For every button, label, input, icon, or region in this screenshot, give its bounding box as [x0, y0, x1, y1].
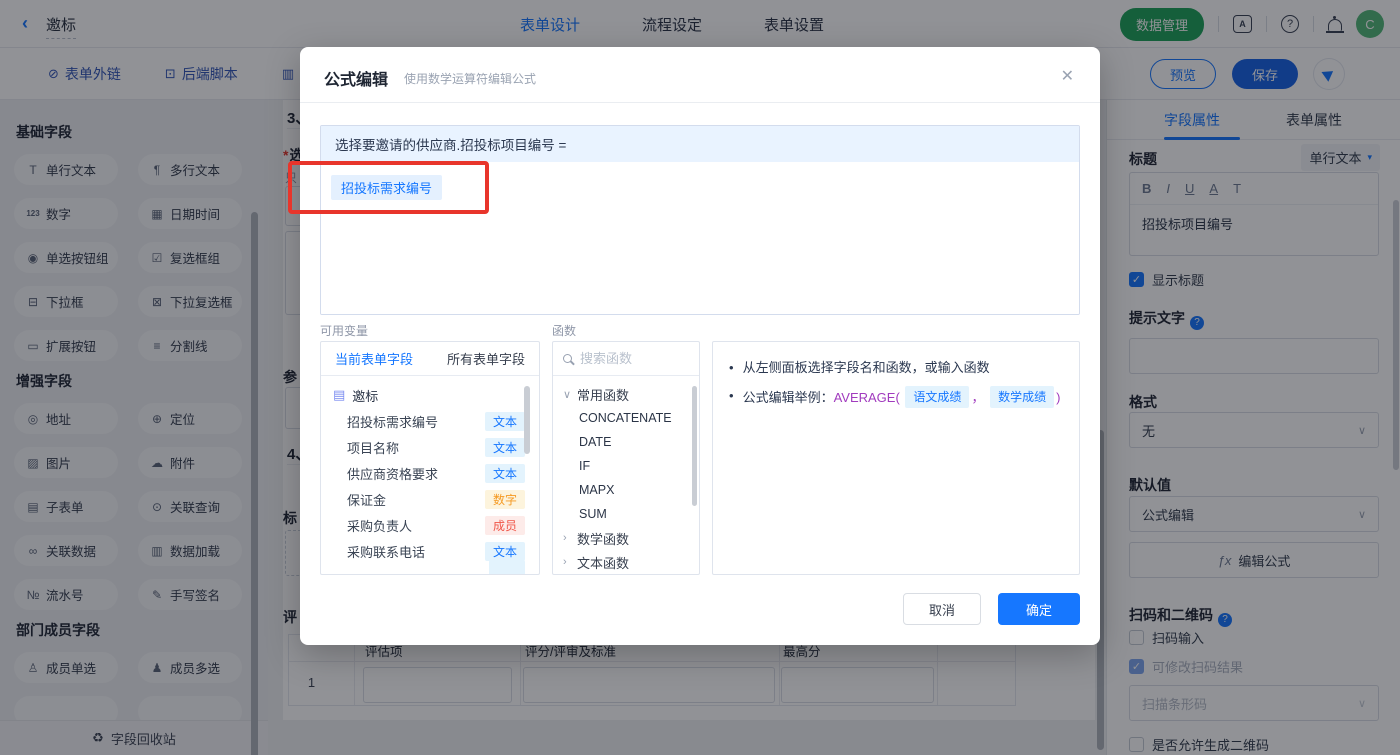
variables-scrollbar[interactable] — [524, 386, 530, 454]
tips-panel: • 从左侧面板选择字段名和函数，或输入函数 • 公式编辑举例：AVERAGE( … — [712, 341, 1080, 575]
modal-subtitle: 使用数学运算符编辑公式 — [404, 72, 537, 86]
example-prefix: 公式编辑举例： — [742, 390, 834, 405]
function-group-math[interactable]: › 数学函数 — [553, 526, 699, 550]
variables-tabs: 当前表单字段 所有表单字段 — [321, 342, 539, 376]
variable-tag-partial — [489, 560, 525, 574]
function-item[interactable]: SUM — [553, 502, 699, 526]
chevron-expanded-icon: ∨ — [563, 388, 572, 401]
tip-line: • 从左侧面板选择字段名和函数，或输入函数 — [729, 358, 1063, 378]
functions-scrollbar[interactable] — [692, 386, 697, 506]
type-tag: 文本 — [484, 411, 525, 431]
chevron-collapsed-icon: › — [563, 556, 567, 568]
function-item[interactable]: IF — [553, 454, 699, 478]
example-function-open: AVERAGE( — [833, 390, 900, 405]
tab-current-form-fields[interactable]: 当前表单字段 — [335, 349, 413, 368]
type-tag: 数字 — [484, 489, 525, 509]
type-tag: 文本 — [484, 463, 525, 483]
group-label: 数学函数 — [577, 531, 630, 547]
form-designer-app: ‹ 邀标 表单设计 流程设定 表单设置 数据管理 A ? C ⊘ 表单外链 ⊡ … — [0, 0, 1400, 755]
tip-example-line: • 公式编辑举例：AVERAGE( 语文成绩， 数学成绩) — [729, 386, 1063, 408]
group-label: 文本函数 — [577, 555, 630, 571]
variable-row[interactable]: 保证金 数字 — [321, 486, 539, 512]
formula-editor: 选择要邀请的供应商.招投标项目编号 = 招投标需求编号 — [320, 125, 1080, 315]
variables-panel: 当前表单字段 所有表单字段 ▤ 邀标 招投标需求编号 文本 项目名称 文本 供应商资… — [320, 341, 540, 575]
variable-row[interactable]: 招投标需求编号 文本 — [321, 408, 539, 434]
variable-row[interactable]: 采购负责人 成员 — [321, 512, 539, 538]
example-comma: ， — [971, 390, 985, 405]
function-item[interactable]: DATE — [553, 430, 699, 454]
variable-name: 采购联系电话 — [347, 544, 426, 560]
group-label: 常用函数 — [577, 387, 630, 403]
example-function-close: ) — [1056, 390, 1061, 405]
type-tag: 文本 — [484, 437, 525, 457]
form-node-label: 邀标 — [352, 388, 379, 404]
type-tag: 文本 — [484, 541, 525, 561]
function-item[interactable]: CONCATENATE — [553, 406, 699, 430]
form-doc-icon: ▤ — [333, 387, 346, 402]
formula-target-bar: 选择要邀请的供应商.招投标项目编号 = — [321, 126, 1079, 162]
search-icon — [563, 354, 572, 363]
tip-text: 从左侧面板选择字段名和函数，或输入函数 — [742, 360, 990, 375]
variable-name: 项目名称 — [347, 440, 400, 456]
example-field-tag: 语文成绩 — [905, 386, 970, 408]
variable-row[interactable]: 采购联系电话 文本 — [321, 538, 539, 574]
variable-name: 保证金 — [347, 492, 387, 508]
close-icon[interactable]: ✕ — [1061, 66, 1074, 86]
variables-section-label: 可用变量 — [320, 324, 369, 338]
variable-row[interactable]: 供应商资格要求 文本 — [321, 460, 539, 486]
formula-variable-chip[interactable]: 招投标需求编号 — [331, 175, 443, 200]
functions-panel: ∨ 常用函数 CONCATENATE DATE IF MAPX SUM › 数学… — [552, 341, 700, 575]
functions-section-label: 函数 — [552, 324, 577, 338]
function-group-text[interactable]: › 文本函数 — [553, 550, 699, 574]
variable-name: 招投标需求编号 — [347, 414, 439, 430]
bullet: • — [729, 360, 734, 375]
modal-title: 公式编辑 — [324, 72, 389, 89]
confirm-button[interactable]: 确定 — [998, 593, 1080, 625]
variable-row[interactable]: 项目名称 文本 — [321, 434, 539, 460]
tip-example: 公式编辑举例：AVERAGE( 语文成绩， 数学成绩) — [742, 386, 1061, 408]
function-group-common[interactable]: ∨ 常用函数 — [553, 382, 699, 406]
chevron-collapsed-icon: › — [563, 532, 567, 544]
bullet: • — [729, 388, 734, 403]
variable-name: 供应商资格要求 — [347, 466, 439, 482]
function-search-input[interactable] — [580, 351, 680, 366]
tab-all-form-fields[interactable]: 所有表单字段 — [447, 349, 525, 368]
formula-edit-modal: 公式编辑 使用数学运算符编辑公式 ✕ 选择要邀请的供应商.招投标项目编号 = 招… — [300, 47, 1100, 645]
function-search[interactable] — [553, 342, 699, 376]
type-tag: 成员 — [484, 515, 525, 535]
function-item[interactable]: MAPX — [553, 478, 699, 502]
example-field-tag: 数学成绩 — [990, 386, 1055, 408]
cancel-button[interactable]: 取消 — [903, 593, 981, 625]
form-node-row[interactable]: ▤ 邀标 — [321, 382, 539, 408]
modal-header: 公式编辑 使用数学运算符编辑公式 ✕ — [300, 47, 1100, 103]
variable-name: 采购负责人 — [347, 518, 413, 534]
formula-input-area[interactable]: 招投标需求编号 — [321, 162, 1079, 314]
